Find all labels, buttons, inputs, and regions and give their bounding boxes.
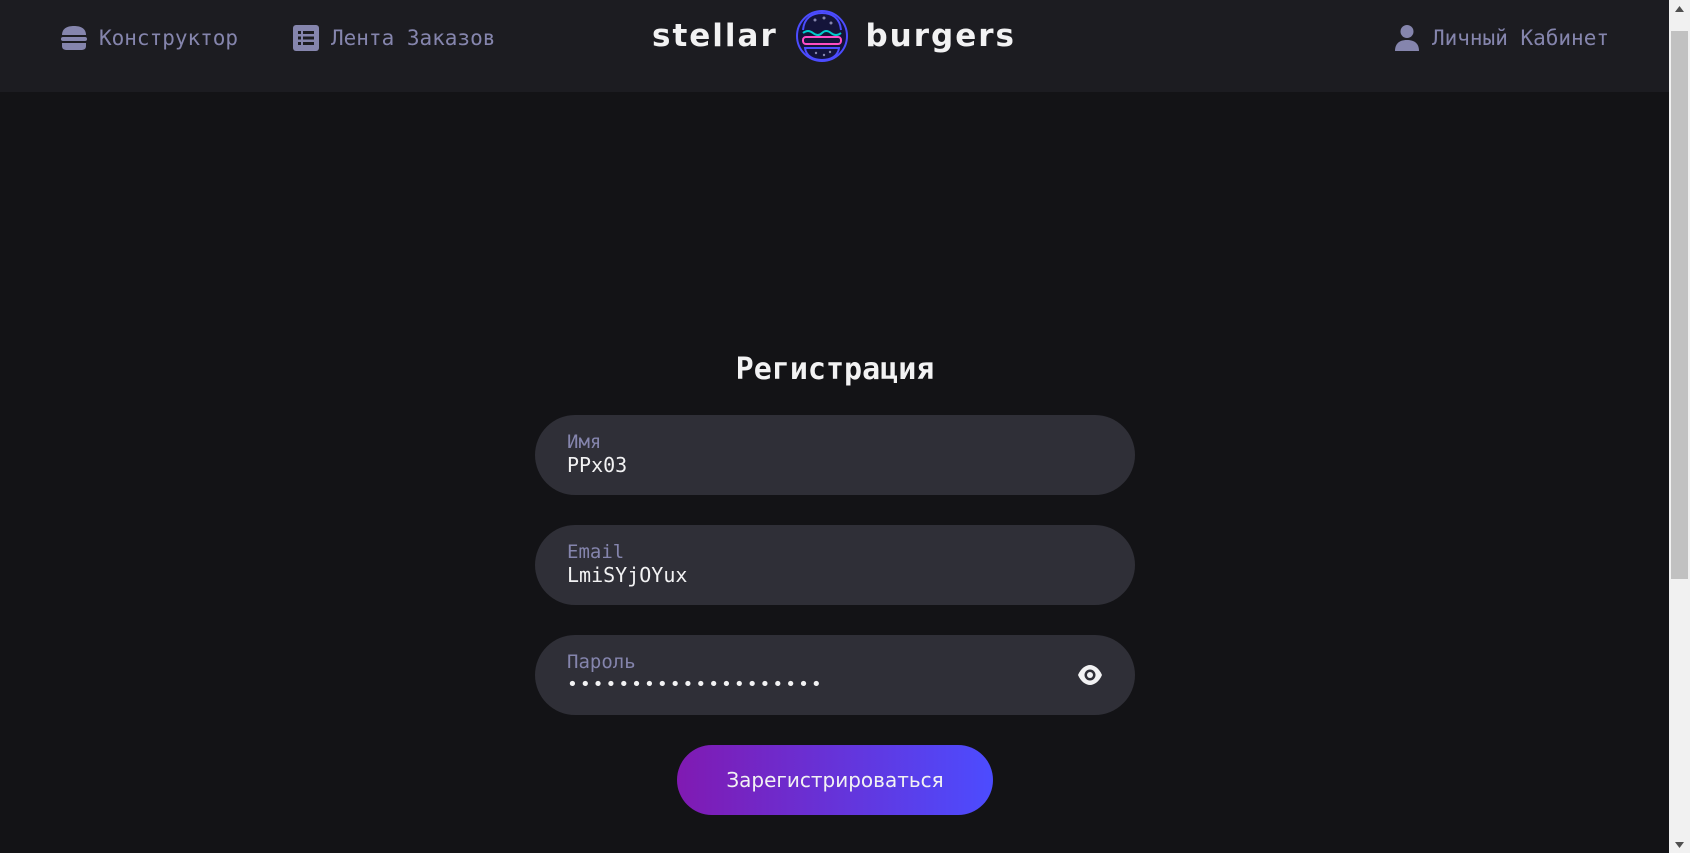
logo-burger-badge-icon (795, 10, 848, 62)
email-field[interactable]: Email LmiSYjOYux (535, 525, 1135, 605)
name-input[interactable]: PPx03 (567, 453, 1103, 477)
email-input[interactable]: LmiSYjOYux (567, 563, 1103, 587)
password-input[interactable]: •••••••••••••••••••• (567, 673, 1103, 697)
page: Конструктор Лента Заказов stellar burger… (0, 0, 1690, 853)
password-field-label: Пароль (567, 651, 636, 673)
nav-constructor[interactable]: Конструктор (59, 20, 238, 56)
scroll-up-arrow-icon[interactable] (1669, 0, 1690, 17)
nav-profile-label: Личный Кабинет (1431, 26, 1609, 50)
name-field[interactable]: Имя PPx03 (535, 415, 1135, 495)
eye-icon[interactable] (1077, 663, 1103, 687)
nav-profile[interactable]: Личный Кабинет (1392, 20, 1609, 56)
email-field-label: Email (567, 541, 625, 563)
stellar-burgers-logo[interactable]: stellar burgers (652, 6, 1016, 66)
nav-order-feed-label: Лента Заказов (331, 26, 496, 50)
nav-order-feed[interactable]: Лента Заказов (291, 20, 495, 56)
registration-form: Регистрация Имя PPx03 Email LmiSYjOYux П… (535, 345, 1135, 815)
app-header: Конструктор Лента Заказов stellar burger… (0, 0, 1669, 92)
user-icon (1392, 23, 1422, 53)
scroll-down-arrow-icon[interactable] (1669, 836, 1690, 853)
logo-text-right: burgers (865, 17, 1016, 54)
name-field-label: Имя (567, 431, 602, 453)
list-icon (291, 23, 321, 53)
burger-icon (59, 23, 89, 53)
password-field[interactable]: Пароль •••••••••••••••••••• (535, 635, 1135, 715)
register-button[interactable]: Зарегистрироваться (677, 745, 993, 815)
scrollbar-thumb[interactable] (1671, 31, 1688, 579)
page-title: Регистрация (735, 352, 935, 387)
logo-text-left: stellar (652, 17, 778, 54)
nav-constructor-label: Конструктор (99, 26, 239, 50)
vertical-scrollbar[interactable] (1669, 0, 1690, 853)
